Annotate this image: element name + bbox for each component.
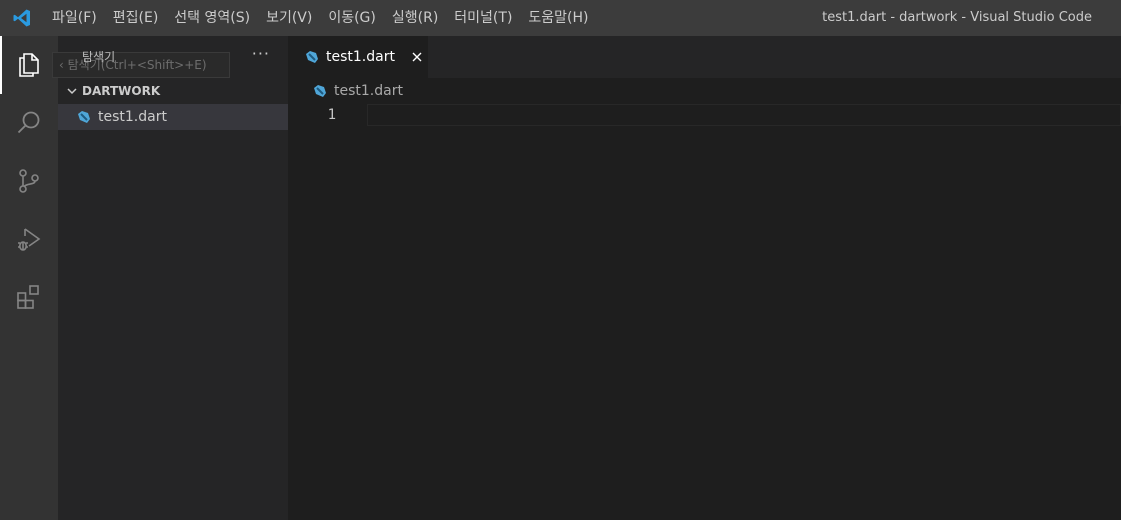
menu-selection[interactable]: 선택 영역(S): [166, 0, 258, 36]
menu-view[interactable]: 보기(V): [258, 0, 320, 36]
tab-label: test1.dart: [326, 49, 395, 65]
dart-file-icon: [76, 109, 92, 125]
tab-test1-dart[interactable]: test1.dart: [288, 36, 428, 78]
menu-terminal[interactable]: 터미널(T): [446, 0, 520, 36]
window-title: test1.dart - dartwork - Visual Studio Co…: [822, 10, 1092, 25]
more-actions-icon[interactable]: ···: [252, 44, 270, 63]
menu-run[interactable]: 실행(R): [384, 0, 446, 36]
sidebar-header: ‹ 탐색기(Ctrl+<Shift>+E) 탐색기 ···: [52, 36, 288, 78]
explorer-sidebar: ‹ 탐색기(Ctrl+<Shift>+E) 탐색기 ··· DARTWORK t…: [52, 36, 288, 520]
search-icon[interactable]: [0, 94, 58, 152]
breadcrumb-file[interactable]: test1.dart: [334, 83, 403, 99]
back-chevron-icon: ‹: [59, 58, 68, 72]
dart-file-icon: [304, 49, 320, 65]
line-number: 1: [327, 107, 336, 123]
sidebar-title: 탐색기: [82, 50, 116, 64]
close-icon[interactable]: [409, 49, 425, 65]
activity-bar: [0, 36, 58, 520]
folder-label: DARTWORK: [82, 84, 161, 98]
file-label: test1.dart: [98, 109, 167, 125]
sidebar-tooltip: ‹ 탐색기(Ctrl+<Shift>+E): [52, 52, 230, 78]
title-bar: 파일(F) 편집(E) 선택 영역(S) 보기(V) 이동(G) 실행(R) 터…: [0, 0, 1121, 36]
menu-go[interactable]: 이동(G): [320, 0, 384, 36]
folder-dartwork[interactable]: DARTWORK: [58, 78, 288, 104]
vscode-logo-icon: [0, 0, 44, 36]
chevron-down-icon: [64, 83, 80, 99]
menu-file[interactable]: 파일(F): [44, 0, 105, 36]
editor-tabs: test1.dart: [288, 36, 1121, 78]
explorer-icon[interactable]: [0, 36, 58, 94]
file-item-test1-dart[interactable]: test1.dart: [58, 104, 288, 130]
source-control-icon[interactable]: [0, 152, 58, 210]
menu-edit[interactable]: 편집(E): [105, 0, 167, 36]
dart-file-icon: [312, 83, 328, 99]
editor-area: test1.dart test1.dart 1: [288, 36, 1121, 520]
menu-help[interactable]: 도움말(H): [520, 0, 596, 36]
extensions-icon[interactable]: [0, 268, 58, 326]
run-debug-icon[interactable]: [0, 210, 58, 268]
current-line-highlight[interactable]: [367, 104, 1121, 126]
code-line[interactable]: 1: [288, 104, 1121, 126]
menu-bar: 파일(F) 편집(E) 선택 영역(S) 보기(V) 이동(G) 실행(R) 터…: [44, 0, 597, 36]
breadcrumb: test1.dart: [288, 78, 1121, 104]
